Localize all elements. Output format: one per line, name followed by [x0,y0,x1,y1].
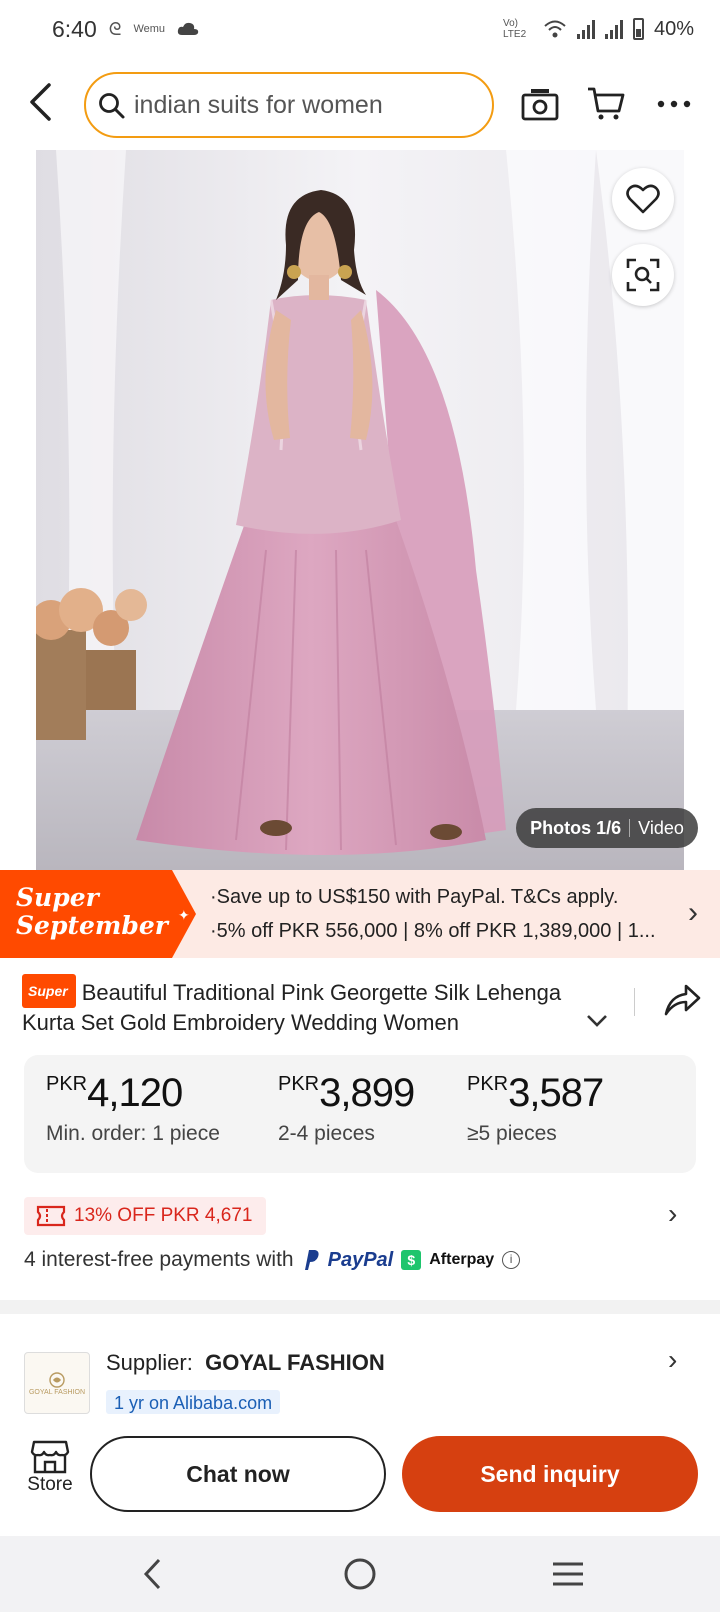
promo-line-2: ·5% off PKR 556,000 | 8% off PKR 1,389,0… [210,920,656,942]
signal-icon [576,19,595,39]
image-search-button[interactable] [612,244,674,306]
nav-home-button[interactable] [338,1554,382,1594]
store-label: Store [27,1474,73,1495]
heart-icon [626,184,660,214]
scan-icon [626,258,660,292]
discount-coupon[interactable]: 13% OFF PKR 4,671 [24,1197,267,1235]
product-image[interactable] [36,150,684,870]
bottom-action-bar: Store Chat now Send inquiry [0,1414,720,1536]
camera-search-button[interactable] [518,82,562,126]
price-tier-1: PKR4,120 Min. order: 1 piece [46,1071,220,1145]
price-tier-3: PKR3,587 ≥5 pieces [467,1071,604,1145]
paypal-label: PayPal [327,1248,394,1271]
product-title-section: Super Beautiful Traditional Pink Georgett… [22,974,702,1038]
network-type: Vo) LTE2 [502,18,527,40]
back-icon [30,83,51,121]
more-button[interactable] [652,82,696,126]
discount-label: 13% OFF PKR 4,671 [74,1205,253,1226]
super-badge: Super [22,974,76,1008]
payment-options[interactable]: 4 interest-free payments with PayPal $ A… [24,1248,521,1272]
search-header: indian suits for women [0,66,720,142]
price-tiers: PKR4,120 Min. order: 1 piece PKR3,899 2-… [24,1055,696,1173]
supplier-years-badge: 1 yr on Alibaba.com [106,1390,281,1414]
nav-back-button[interactable] [130,1554,174,1594]
nav-back-icon [143,1558,161,1590]
expand-chevron-icon[interactable] [586,1014,608,1028]
promo-details: ·Save up to US$150 with PayPal. T&Cs app… [210,880,656,948]
svg-text:✦: ✦ [178,907,190,923]
pill-divider [629,819,631,837]
promo-line-1: ·Save up to US$150 with PayPal. T&Cs app… [210,886,619,908]
promo-title: Super September [16,883,168,940]
system-nav-bar [0,1536,720,1612]
cart-icon [588,87,625,120]
afterpay-label: Afterpay [429,1251,495,1268]
back-button[interactable] [18,80,62,124]
product-photo [36,150,684,870]
wifi-icon [544,20,566,38]
video-label[interactable]: Video [638,818,684,839]
signal-icon-2 [604,19,623,39]
battery-icon [632,18,644,40]
supplier-name[interactable]: Supplier: GOYAL FASHION [106,1350,385,1376]
afterpay-icon: $ [401,1250,422,1270]
favorite-button[interactable] [612,168,674,230]
battery-percent: 40% [653,17,694,40]
notification-app-icon: Wemu [133,23,166,35]
super-september-banner[interactable]: ✦ Super September ·Save up to US$150 wit… [0,870,720,958]
more-icon [657,100,691,108]
nav-menu-icon [553,1562,583,1586]
chevron-right-icon[interactable]: › [668,1344,677,1376]
notification-icon: ᘓ [108,18,122,39]
supplier-logo-mark [49,1371,65,1388]
price-tier-2: PKR3,899 2-4 pieces [278,1071,415,1145]
section-divider [0,1300,720,1314]
title-divider [634,988,635,1016]
info-icon[interactable]: i [502,1251,521,1269]
status-bar: 6:40 ᘓ Wemu Vo) LTE2 40% [0,0,720,58]
coupon-icon [36,1205,66,1227]
search-icon [99,93,125,119]
camera-icon [521,89,559,121]
product-title: Super Beautiful Traditional Pink Georgett… [22,974,592,1038]
photo-counter[interactable]: Photos 1/6 Video [516,808,698,848]
search-query: indian suits for women [134,90,383,119]
cloud-icon [177,22,199,35]
search-input[interactable]: indian suits for women [84,72,494,138]
store-icon [30,1440,70,1474]
chat-now-button[interactable]: Chat now [90,1436,386,1512]
supplier-logo[interactable]: GOYAL FASHION [24,1352,90,1414]
cart-button[interactable] [584,82,628,126]
share-icon[interactable] [662,980,702,1020]
store-button[interactable]: Store [22,1440,78,1496]
nav-home-icon [344,1558,376,1590]
nav-menu-button[interactable] [546,1554,590,1594]
chevron-right-icon[interactable]: › [688,896,698,930]
paypal-icon [304,1250,319,1270]
send-inquiry-button[interactable]: Send inquiry [402,1436,698,1512]
status-time: 6:40 [52,15,97,42]
chevron-right-icon[interactable]: › [668,1198,677,1230]
photos-label[interactable]: Photos 1/6 [530,818,621,839]
